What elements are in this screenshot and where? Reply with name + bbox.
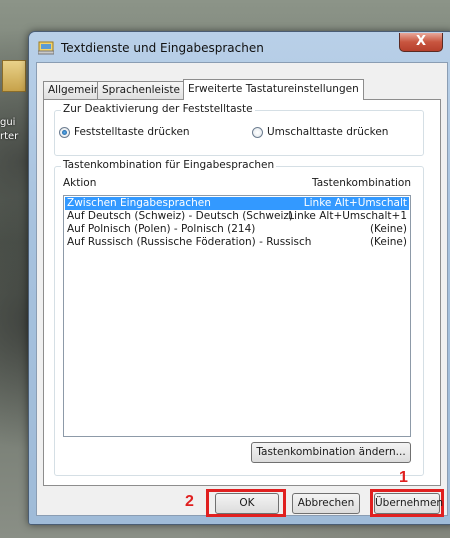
list-item-combo: Linke Alt+Umschalt+1 [288,210,407,222]
list-item-combo: (Keine) [369,223,407,235]
list-item-action: Auf Deutsch (Schweiz) - Deutsch (Schweiz… [67,210,293,222]
list-item-action: Auf Russisch (Russische Föderation) - Ru… [67,236,312,248]
folder-icon[interactable] [2,60,26,92]
hotkey-legend: Tastenkombination für Eingabesprachen [61,159,277,171]
radio-label-feststelltaste: Feststelltaste drücken [74,126,190,138]
window-title: Textdienste und Eingabesprachen [61,41,264,55]
annotation-number-2: 2 [185,493,194,510]
radio-button-unchecked[interactable] [252,126,263,138]
tab-panel: Zur Deaktivierung der Feststelltaste Fes… [43,99,441,486]
list-item-combo: Linke Alt+Umschalt [303,197,407,209]
list-item-combo: (Keine) [369,236,407,248]
dialog-client-area: Allgemein Sprachenleiste Erweiterte Tast… [36,62,448,517]
annotation-number-1: 1 [399,469,408,486]
list-item[interactable]: Zwischen Eingabesprachen Linke Alt+Umsch… [65,197,409,210]
hotkey-group: Tastenkombination für Eingabesprachen Ak… [54,159,424,476]
column-header-tastenkombination: Tastenkombination [312,177,411,189]
radio-label-umschalttaste: Umschalttaste drücken [267,126,389,138]
desktop-label-1: gui [0,117,16,128]
tab-erweiterte-tastatureinstellungen[interactable]: Erweiterte Tastatureinstellungen [183,79,364,100]
radio-feststelltaste[interactable]: Feststelltaste drücken [59,126,190,138]
list-item[interactable]: Auf Deutsch (Schweiz) - Deutsch (Schweiz… [65,210,409,223]
radio-umschalttaste[interactable]: Umschalttaste drücken [252,126,388,138]
keyboard-app-icon [38,41,54,55]
hotkey-list[interactable]: Zwischen Eingabesprachen Linke Alt+Umsch… [63,195,411,437]
dialog-window: Textdienste und Eingabesprachen X Allgem… [28,31,450,525]
tab-sprachenleiste[interactable]: Sprachenleiste [97,81,185,99]
radio-button-checked[interactable] [59,126,70,138]
apply-button[interactable]: Übernehmen [374,493,443,514]
list-item-action: Auf Polnisch (Polen) - Polnisch (214) [67,223,256,235]
change-hotkey-button[interactable]: Tastenkombination ändern... [251,442,411,463]
list-item[interactable]: Auf Polnisch (Polen) - Polnisch (214) (K… [65,223,409,236]
list-item[interactable]: Auf Russisch (Russische Föderation) - Ru… [65,236,409,249]
capslock-group: Zur Deaktivierung der Feststelltaste Fes… [54,103,424,156]
close-button[interactable]: X [399,33,443,52]
column-header-aktion: Aktion [63,177,97,189]
desktop-label-2: rter [0,131,19,142]
cancel-button[interactable]: Abbrechen [292,493,360,514]
capslock-legend: Zur Deaktivierung der Feststelltaste [61,103,255,115]
title-bar[interactable]: Textdienste und Eingabesprachen X [29,32,450,62]
ok-button[interactable]: OK [215,493,279,514]
list-item-action: Zwischen Eingabesprachen [67,197,211,209]
